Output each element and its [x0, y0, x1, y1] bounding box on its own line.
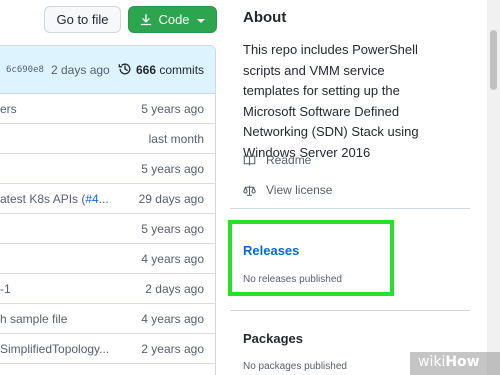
commit-message[interactable]: atest K8s APIs (#4... — [0, 192, 109, 206]
law-icon — [243, 185, 256, 196]
file-row[interactable]: h sample file 4 years ago — [0, 304, 215, 334]
commits-link[interactable]: 666 commits — [136, 63, 204, 77]
packages-heading: Packages — [243, 331, 303, 346]
commit-age: 5 years ago — [141, 162, 204, 176]
commits-label: commits — [159, 63, 205, 77]
latest-commit-bar: 6c690e8 2 days ago 666 commits — [0, 46, 215, 94]
commit-age: 5 years ago — [141, 222, 204, 236]
commit-age: last month — [148, 132, 204, 146]
commit-message[interactable]: -1 — [0, 282, 11, 296]
readme-link[interactable]: Readme — [243, 153, 311, 167]
file-row[interactable]: atest K8s APIs (#4... 29 days ago — [0, 184, 215, 214]
file-row[interactable]: last month — [0, 124, 215, 154]
file-row[interactable]: 4 years ago — [0, 244, 215, 274]
commit-time: 2 days ago — [51, 63, 110, 77]
license-link[interactable]: View license — [243, 183, 332, 197]
commit-age: 2 days ago — [145, 282, 204, 296]
wikihow-watermark: wikiHow — [418, 354, 480, 370]
book-icon — [243, 155, 256, 165]
commit-age: 2 years ago — [141, 342, 204, 356]
file-row[interactable]: ers 5 years ago — [0, 94, 215, 124]
go-to-file-button[interactable]: Go to file — [44, 6, 121, 33]
sidebar-divider — [230, 208, 470, 209]
commit-message[interactable]: h sample file — [0, 312, 67, 326]
code-button[interactable]: Code — [128, 6, 217, 33]
commit-age: 4 years ago — [141, 312, 204, 326]
releases-heading-link[interactable]: Releases — [243, 243, 299, 258]
about-description: This repo includes PowerShell scripts an… — [243, 42, 419, 160]
commit-message[interactable]: ers — [0, 102, 17, 116]
license-label: View license — [266, 183, 333, 197]
file-row[interactable]: 5 years ago — [0, 214, 215, 244]
go-to-file-label: Go to file — [56, 12, 109, 27]
file-list: 6c690e8 2 days ago 666 commits ers 5 yea… — [0, 45, 216, 375]
readme-label: Readme — [266, 153, 312, 167]
code-label: Code — [158, 12, 190, 27]
commit-message[interactable]: SimplifiedTopology... — [0, 342, 109, 356]
sidebar-divider — [230, 310, 470, 311]
commit-count: 666 — [136, 63, 157, 77]
download-icon — [141, 13, 152, 25]
about-heading: About — [243, 9, 287, 26]
history-icon — [118, 63, 131, 75]
file-row[interactable]: 5 years ago — [0, 154, 215, 184]
pull-request-link[interactable]: #4... — [85, 192, 108, 206]
no-packages-text: No packages published — [243, 361, 347, 372]
commit-age: 4 years ago — [141, 252, 204, 266]
no-releases-text: No releases published — [243, 274, 342, 285]
file-row[interactable]: SimplifiedTopology... 2 years ago — [0, 334, 215, 364]
scrollbar-thumb[interactable] — [490, 30, 497, 90]
chevron-down-icon — [196, 18, 205, 23]
commit-sha-link[interactable]: 6c690e8 — [6, 65, 44, 75]
commit-age: 29 days ago — [138, 192, 204, 206]
commit-age: 5 years ago — [141, 102, 204, 116]
file-row[interactable]: -1 2 days ago — [0, 274, 215, 304]
